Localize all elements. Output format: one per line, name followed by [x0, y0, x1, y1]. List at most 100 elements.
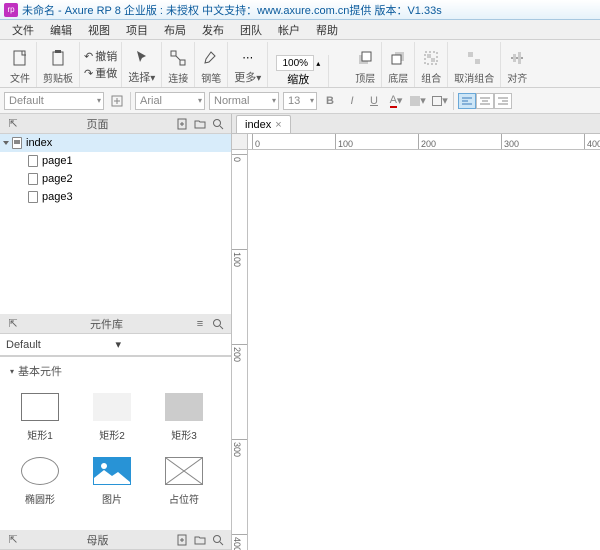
titlebar: rp 未命名 - Axure RP 8 企业版 : 未授权 中文支持：www.a… [0, 0, 600, 20]
pen-icon [201, 48, 221, 68]
lib-section-basic[interactable]: ▾ 基本元件 [0, 357, 231, 381]
close-tab-icon[interactable]: × [275, 119, 281, 131]
bold-button[interactable]: B [321, 92, 339, 110]
menu-团队[interactable]: 团队 [232, 20, 270, 40]
page-icon [28, 191, 38, 203]
add-folder-icon[interactable] [192, 532, 208, 548]
window-title: 未命名 - Axure RP 8 企业版 : 未授权 中文支持：www.axur… [22, 2, 442, 18]
expand-icon [3, 141, 9, 145]
menu-视图[interactable]: 视图 [80, 20, 118, 40]
tool-select[interactable]: 选择▾ [122, 42, 162, 87]
widget-矩形2[interactable]: 矩形2 [76, 385, 148, 449]
tool-ungroup[interactable]: 取消组合 [448, 42, 501, 87]
main: ⇱ 页面 indexpage1page2page3 ⇱ 元件库 ≡ Defaul… [0, 114, 600, 550]
ruler-tick: 0 [232, 154, 248, 162]
ruler-tick: 100 [232, 249, 248, 267]
tool-connect[interactable]: 连接 [162, 42, 195, 87]
menu-帮助[interactable]: 帮助 [308, 20, 346, 40]
add-master-icon[interactable] [174, 532, 190, 548]
collapse-icon[interactable]: ⇱ [5, 116, 21, 132]
menu-文件[interactable]: 文件 [4, 20, 42, 40]
page-row[interactable]: page2 [0, 170, 231, 188]
page-icon [28, 155, 38, 167]
tool-file[interactable]: 文件 [4, 42, 37, 87]
tool-clipboard[interactable]: 剪贴板 [37, 42, 80, 87]
widget-矩形3[interactable]: 矩形3 [148, 385, 220, 449]
align-left-button[interactable] [458, 93, 476, 109]
tool-group-btn[interactable]: 组合 [415, 42, 448, 87]
add-folder-icon[interactable] [192, 116, 208, 132]
align-center-button[interactable] [476, 93, 494, 109]
font-combo[interactable]: Arial [135, 92, 205, 110]
lib-menu-icon[interactable]: ≡ [192, 316, 208, 332]
select-icon [132, 47, 152, 67]
group-icon [421, 48, 441, 68]
collapse-icon[interactable]: ⇱ [5, 316, 21, 332]
tool-zoom: ▴ 缩放 [268, 55, 329, 87]
pages-tree: indexpage1page2page3 [0, 134, 231, 314]
ruler-vertical: 0100200300400 [232, 150, 248, 550]
weight-combo[interactable]: Normal [209, 92, 279, 110]
redo-icon: ↷ [84, 67, 93, 80]
collapse-icon[interactable]: ⇱ [5, 532, 21, 548]
border-color-button[interactable]: ▾ [431, 92, 449, 110]
menu-发布[interactable]: 发布 [194, 20, 232, 40]
zoom-input[interactable] [276, 55, 314, 71]
connect-icon [168, 48, 188, 68]
search-masters-icon[interactable] [210, 532, 226, 548]
redo-button[interactable]: ↷ 重做 [84, 65, 117, 81]
front-icon [355, 48, 375, 68]
style-combo[interactable]: Default [4, 92, 104, 110]
tool-back[interactable]: 底层 [382, 42, 415, 87]
underline-button[interactable]: U [365, 92, 383, 110]
file-icon [10, 48, 30, 68]
ruler-horizontal: 0100200300400 [248, 134, 600, 150]
undo-button[interactable]: ↶ 撤销 [84, 48, 117, 64]
zoom-up-icon[interactable]: ▴ [316, 59, 320, 68]
menu-编辑[interactable]: 编辑 [42, 20, 80, 40]
chevron-down-icon: ▾ [116, 338, 226, 351]
app-logo: rp [4, 3, 18, 17]
menu-项目[interactable]: 项目 [118, 20, 156, 40]
widget-list: ▾ 基本元件 矩形1矩形2矩形3 椭圆形图片占位符 [0, 356, 231, 530]
add-page-icon[interactable] [174, 116, 190, 132]
ruler-tick: 400 [232, 534, 248, 550]
pages-panel-header: ⇱ 页面 [0, 114, 231, 134]
italic-button[interactable]: I [343, 92, 361, 110]
document-tab[interactable]: index × [236, 115, 291, 133]
canvas[interactable] [248, 150, 600, 550]
align-right-button[interactable] [494, 93, 512, 109]
menu-布局[interactable]: 布局 [156, 20, 194, 40]
widget-占位符[interactable]: 占位符 [148, 449, 220, 513]
page-row[interactable]: page3 [0, 188, 231, 206]
ruler-tick: 0 [252, 134, 260, 150]
tool-align[interactable]: 对齐 [501, 42, 533, 87]
search-widgets-icon[interactable] [210, 316, 226, 332]
tool-more[interactable]: ⋯ 更多▾ [228, 42, 268, 87]
menubar: 文件编辑视图项目布局发布团队帐户帮助 [0, 20, 600, 40]
tool-front[interactable]: 顶层 [349, 42, 382, 87]
page-row-root[interactable]: index [0, 134, 231, 152]
canvas-area: index × 0100200300400 0100200300400 [232, 114, 600, 550]
ruler-tick: 200 [232, 344, 248, 362]
menu-帐户[interactable]: 帐户 [270, 20, 308, 40]
property-bar: Default Arial Normal 13 B I U A▾ ▾ ▾ [0, 88, 600, 114]
widgets-panel-header: ⇱ 元件库 ≡ [0, 314, 231, 334]
widget-椭圆形[interactable]: 椭圆形 [4, 449, 76, 513]
page-row[interactable]: page1 [0, 152, 231, 170]
chevron-down-icon: ▾ [10, 367, 14, 376]
widget-图片[interactable]: 图片 [76, 449, 148, 513]
document-tabs: index × [232, 114, 600, 134]
ungroup-icon [464, 48, 484, 68]
style-manager-button[interactable] [108, 92, 126, 110]
undo-icon: ↶ [84, 50, 93, 63]
widget-矩形1[interactable]: 矩形1 [4, 385, 76, 449]
search-pages-icon[interactable] [210, 116, 226, 132]
tool-pen[interactable]: 钢笔 [195, 42, 228, 87]
fill-color-button[interactable]: ▾ [409, 92, 427, 110]
page-icon [12, 137, 22, 149]
more-icon: ⋯ [238, 47, 258, 67]
size-combo[interactable]: 13 [283, 92, 317, 110]
text-color-button[interactable]: A▾ [387, 92, 405, 110]
library-combo[interactable]: Default ▾ [0, 334, 231, 356]
